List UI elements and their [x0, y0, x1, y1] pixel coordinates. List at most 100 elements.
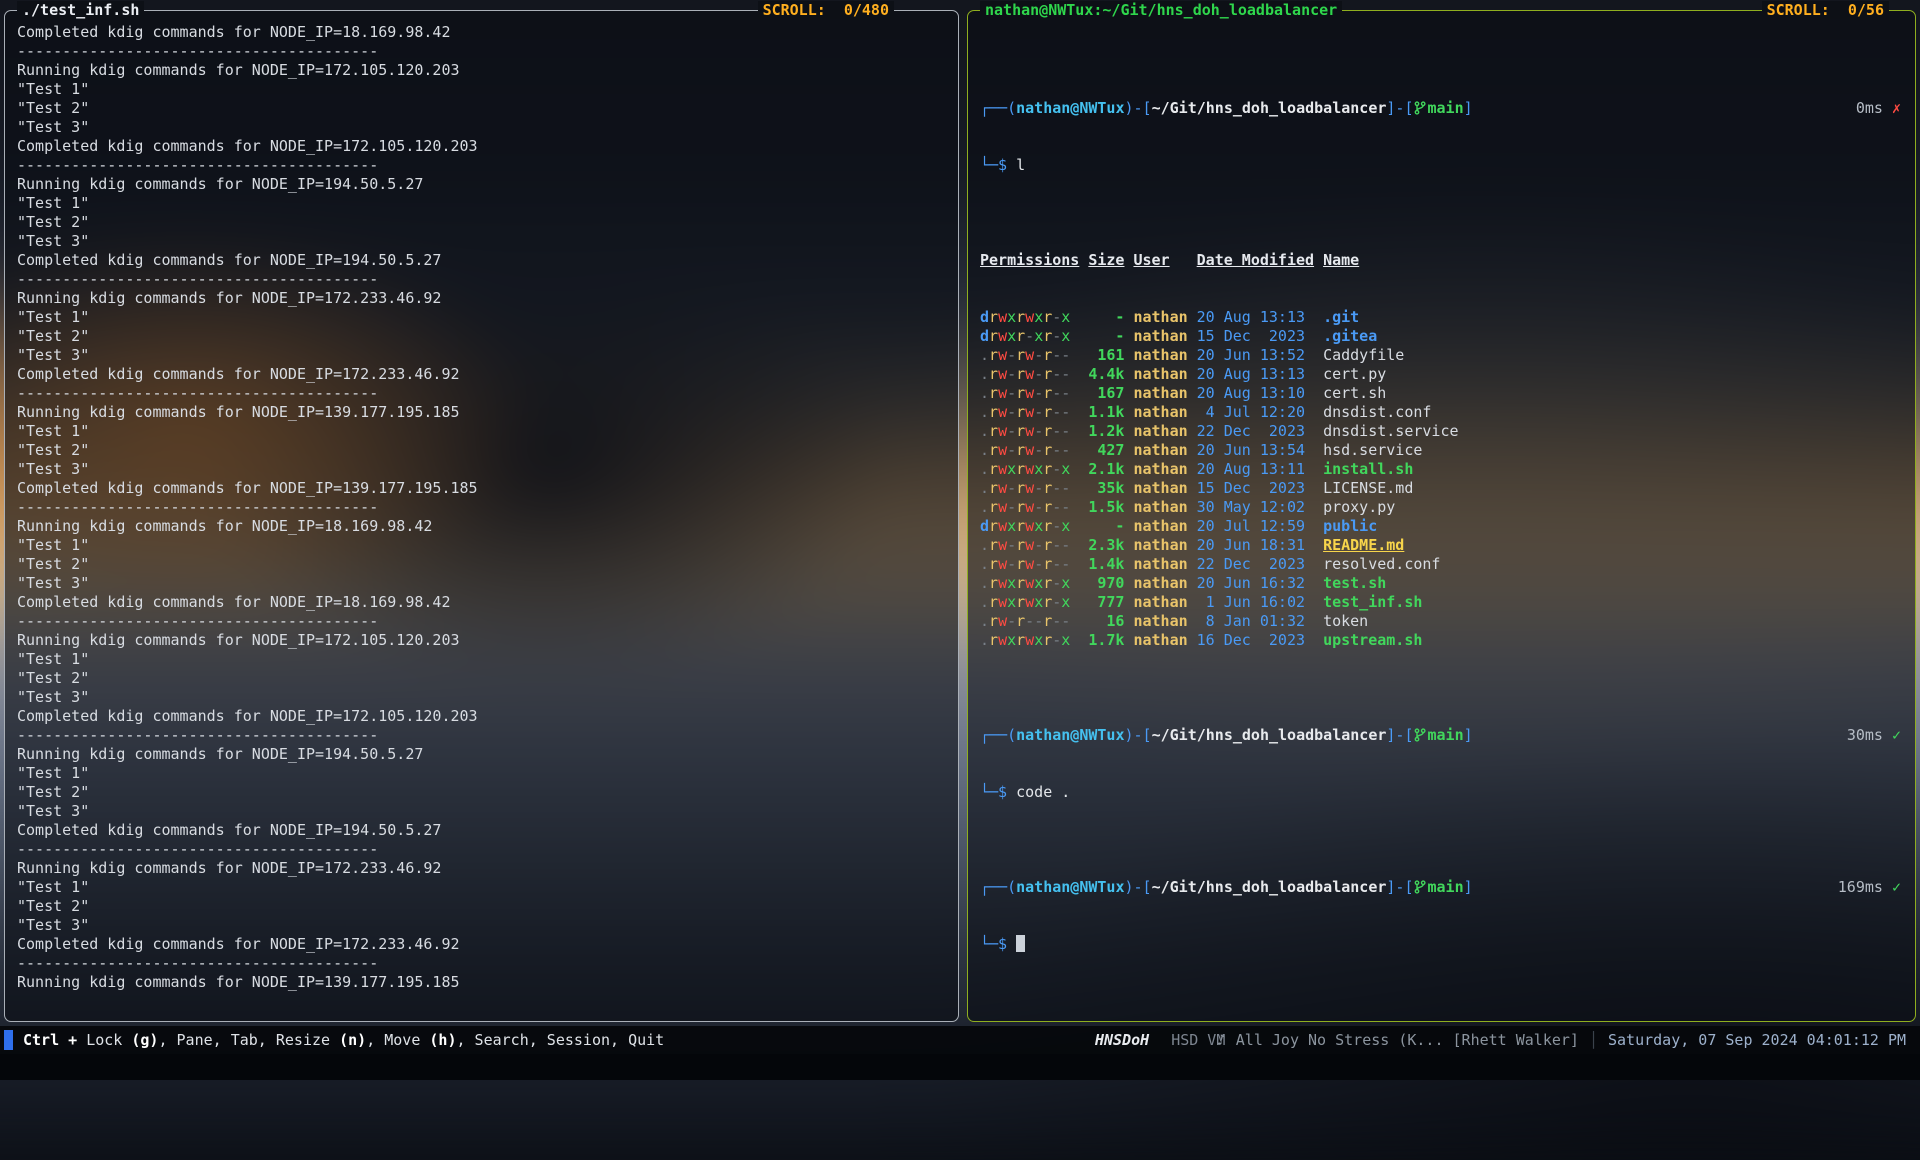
terminal-line: ---------------------------------------- [17, 156, 946, 175]
terminal-line: ---------------------------------------- [17, 954, 946, 973]
prompt-frame: ┌──( [980, 878, 1016, 896]
prompt-header: ┌──(nathan@NWTux)-[~/Git/hns_doh_loadbal… [980, 726, 1903, 745]
file-row: .rwxrwxr-x1.7knathan16 Dec 2023upstream.… [980, 631, 1903, 650]
file-name: .gitea [1323, 327, 1903, 346]
file-name: public [1323, 517, 1903, 536]
clock: Saturday, 07 Sep 2024 04:01:12 PM [1608, 1031, 1906, 1049]
file-date: 20 Jun 13:54 [1197, 441, 1314, 460]
right-pane-content: ┌──(nathan@NWTux)-[~/Git/hns_doh_loadbal… [968, 11, 1915, 1023]
terminal-line: "Test 2" [17, 327, 946, 346]
keybind-hint: , Pane, Tab, Resize [158, 1031, 339, 1049]
terminal-cursor [1016, 935, 1025, 952]
file-name: .git [1323, 308, 1903, 327]
file-size: 167 [1088, 384, 1124, 403]
file-row: .rw-rw-r--161nathan20 Jun 13:52Caddyfile [980, 346, 1903, 365]
file-owner: nathan [1133, 308, 1187, 327]
git-branch-icon [1414, 880, 1426, 894]
zellij-workspace: ./test_inf.sh SCROLL: 0/480 Completed kd… [0, 0, 1920, 1026]
file-name: upstream.sh [1323, 631, 1903, 650]
terminal-line: ---------------------------------------- [17, 42, 946, 61]
left-pane-content: Completed kdig commands for NODE_IP=18.1… [5, 11, 958, 1004]
file-permissions: .rwxrwxr-x [980, 631, 1079, 650]
file-row: .rw-rw-r--1.5knathan30 May 12:02proxy.py [980, 498, 1903, 517]
file-date: 30 May 12:02 [1197, 498, 1314, 517]
keybind-hint: Lock [86, 1031, 131, 1049]
file-date: 20 Aug 13:11 [1197, 460, 1314, 479]
keybind-hint: , Search, Session, Quit [457, 1031, 665, 1049]
file-name: dnsdist.service [1323, 422, 1903, 441]
prompt-frame: ] [1464, 99, 1473, 117]
terminal-line: Running kdig commands for NODE_IP=139.17… [17, 403, 946, 422]
file-row: .rw-rw-r--2.3knathan20 Jun 18:31README.m… [980, 536, 1903, 555]
file-size: 4.4k [1088, 365, 1124, 384]
statusbar: Ctrl + Lock (g), Pane, Tab, Resize (n), … [0, 1026, 1920, 1054]
file-name: proxy.py [1323, 498, 1903, 517]
file-owner: nathan [1133, 365, 1187, 384]
terminal-line: "Test 1" [17, 308, 946, 327]
terminal-line: "Test 2" [17, 213, 946, 232]
prompt-frame: ] [1464, 878, 1473, 896]
file-owner: nathan [1133, 422, 1187, 441]
statusbar-right: ♪ All Joy No Stress (K... [Rhett Walker]… [1217, 1031, 1906, 1049]
typed-command: l [1016, 156, 1025, 174]
now-playing: All Joy No Stress (K... [Rhett Walker] [1236, 1031, 1579, 1049]
pane-right-shell[interactable]: nathan@NWTux:~/Git/hns_doh_loadbalancer … [967, 10, 1916, 1022]
file-size: 970 [1088, 574, 1124, 593]
file-owner: nathan [1133, 574, 1187, 593]
eza-rows: drwxrwxr-x-nathan20 Aug 13:13.gitdrwxr-x… [980, 308, 1903, 650]
prompt-path: ~/Git/hns_doh_loadbalancer [1152, 99, 1387, 117]
terminal-line: "Test 2" [17, 555, 946, 574]
file-size: 1.7k [1088, 631, 1124, 650]
keybind-hint: Ctrl + [23, 1031, 86, 1049]
file-size: 427 [1088, 441, 1124, 460]
file-row: .rw-rw-r--1.2knathan22 Dec 2023dnsdist.s… [980, 422, 1903, 441]
file-size: 2.3k [1088, 536, 1124, 555]
terminal-line: Completed kdig commands for NODE_IP=194.… [17, 821, 946, 840]
terminal-line: "Test 3" [17, 118, 946, 137]
terminal-line: "Test 3" [17, 688, 946, 707]
file-permissions: .rwxrwxr-x [980, 593, 1079, 612]
prompt-frame: └─$ [980, 935, 1016, 953]
terminal-line: Completed kdig commands for NODE_IP=194.… [17, 251, 946, 270]
pane-right-title: nathan@NWTux:~/Git/hns_doh_loadbalancer [980, 1, 1342, 19]
file-permissions: .rw-rw-r-- [980, 498, 1079, 517]
command-timer: 0ms ✗ [1856, 99, 1901, 118]
file-row: .rwxrwxr-x970nathan20 Jun 16:32test.sh [980, 574, 1903, 593]
file-row: .rw-r--r--16nathan 8 Jan 01:32token [980, 612, 1903, 631]
terminal-line: "Test 2" [17, 669, 946, 688]
file-size: - [1088, 308, 1124, 327]
terminal-line: Running kdig commands for NODE_IP=172.23… [17, 859, 946, 878]
file-name: cert.sh [1323, 384, 1903, 403]
prompt-frame: ]-[ [1386, 99, 1413, 117]
terminal-line: Running kdig commands for NODE_IP=139.17… [17, 973, 946, 992]
terminal-line: Completed kdig commands for NODE_IP=172.… [17, 707, 946, 726]
file-row: .rw-rw-r--167nathan20 Aug 13:10cert.sh [980, 384, 1903, 403]
file-name: test_inf.sh [1323, 593, 1903, 612]
terminal-line: "Test 2" [17, 99, 946, 118]
pane-left-test-script[interactable]: ./test_inf.sh SCROLL: 0/480 Completed kd… [4, 10, 959, 1022]
terminal-line: Completed kdig commands for NODE_IP=172.… [17, 137, 946, 156]
prompt-frame: ]-[ [1386, 726, 1413, 744]
file-size: 1.2k [1088, 422, 1124, 441]
file-permissions: .rw-rw-r-- [980, 555, 1079, 574]
file-permissions: .rw-rw-r-- [980, 346, 1079, 365]
file-date: 22 Dec 2023 [1197, 555, 1314, 574]
prompt-frame: └─$ [980, 156, 1016, 174]
prompt-frame: ┌──( [980, 726, 1016, 744]
file-size: 2.1k [1088, 460, 1124, 479]
exit-status-icon: ✓ [1892, 878, 1901, 896]
typed-command: code . [1016, 783, 1070, 801]
terminal-line: Completed kdig commands for NODE_IP=172.… [17, 935, 946, 954]
prompt-command-line[interactable]: └─$ [980, 935, 1903, 954]
file-row: .rw-rw-r--4.4knathan20 Aug 13:13cert.py [980, 365, 1903, 384]
prompt-user-host: nathan@NWTux [1016, 99, 1124, 117]
prompt-command-line: └─$ l [980, 156, 1903, 175]
file-owner: nathan [1133, 346, 1187, 365]
file-permissions: .rwxrwxr-x [980, 574, 1079, 593]
command-timer: 30ms ✓ [1847, 726, 1901, 745]
file-size: - [1088, 517, 1124, 536]
pane-left-title: ./test_inf.sh [17, 1, 144, 19]
prompt-command-line: └─$ code . [980, 783, 1903, 802]
terminal-line: Completed kdig commands for NODE_IP=172.… [17, 365, 946, 384]
file-permissions: drwxrwxr-x [980, 308, 1079, 327]
